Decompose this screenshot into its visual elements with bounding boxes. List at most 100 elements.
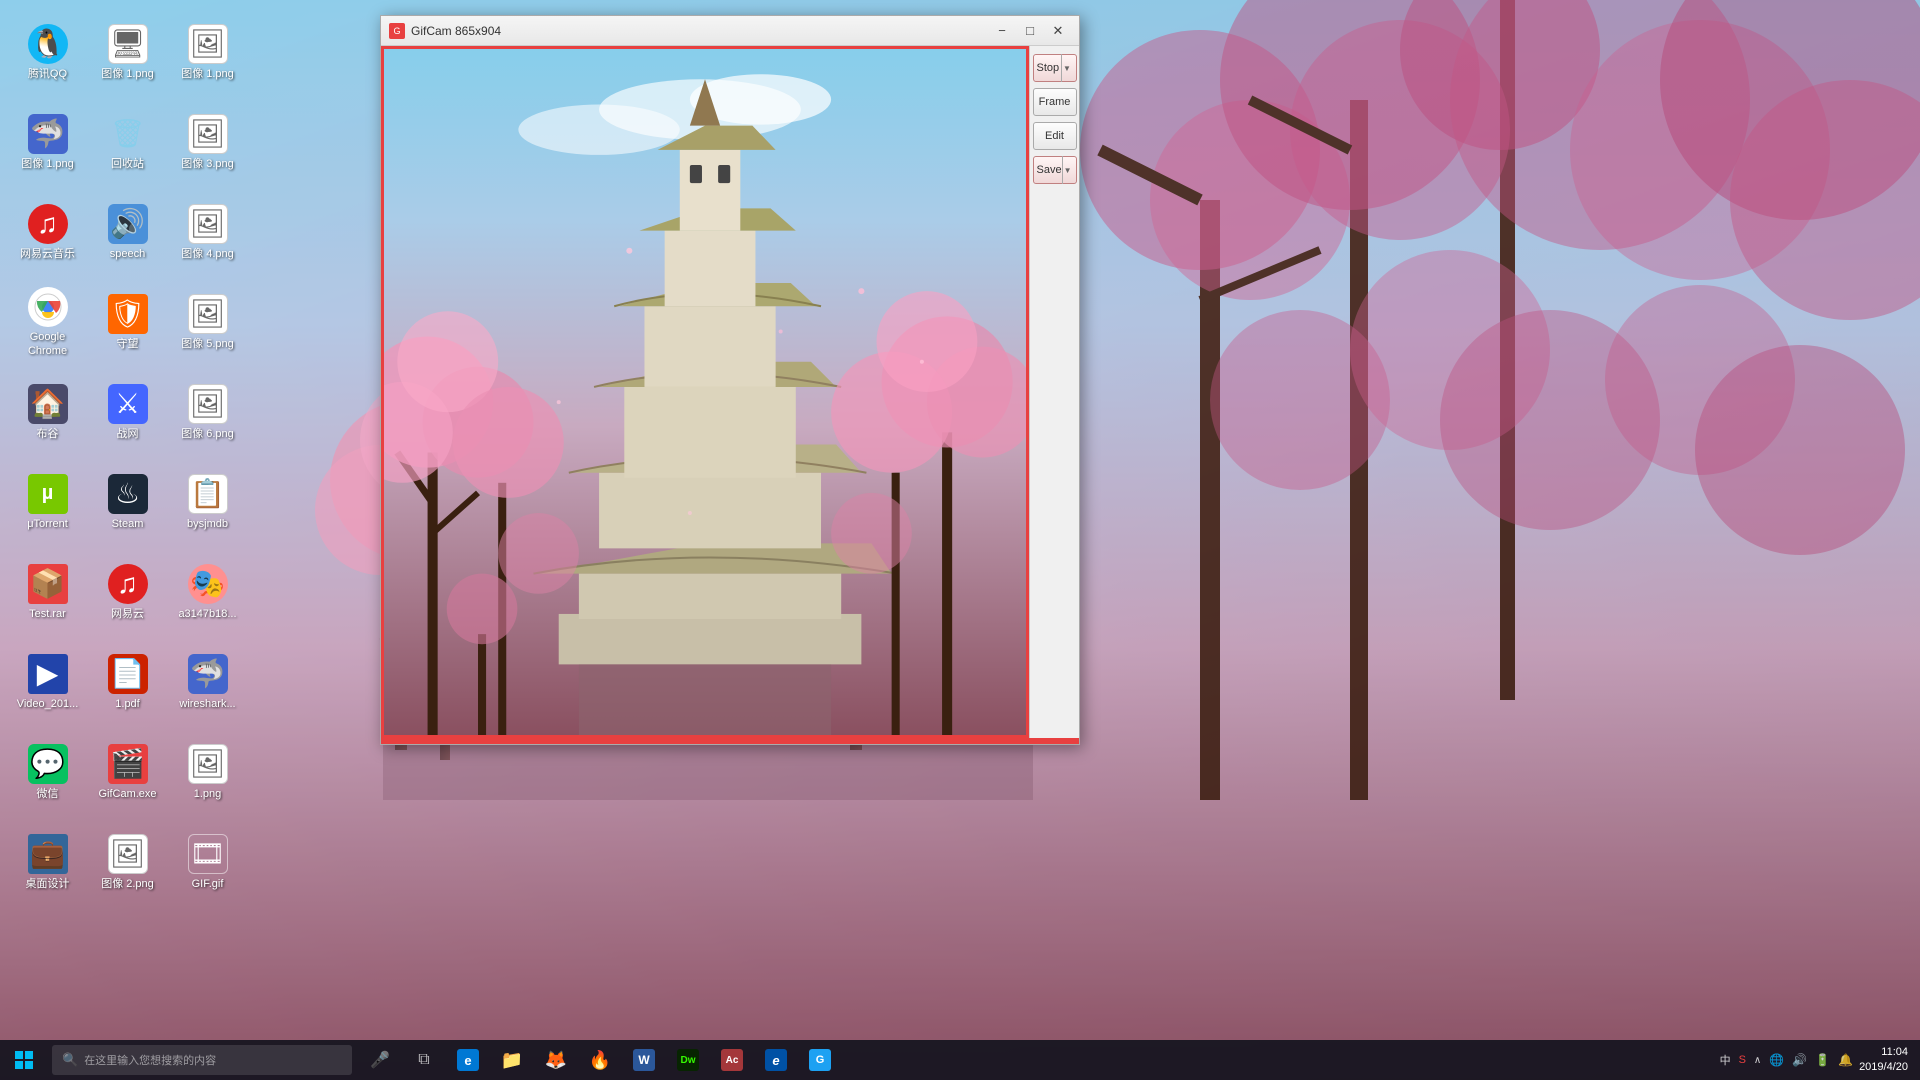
qq-label: 腾讯QQ	[28, 68, 67, 81]
desktop-icon-image2[interactable]: 🖼 图像 2.png	[90, 820, 165, 905]
desktop-icon-chrome[interactable]: Google Chrome	[10, 280, 85, 365]
desktop-icon-img1[interactable]: 🖼 1.png	[170, 730, 245, 815]
gyazo-icon: G	[809, 1049, 831, 1071]
gifcam-capture-area	[381, 46, 1029, 738]
battery-icon[interactable]: 🔋	[1815, 1053, 1830, 1067]
desktop-icon-gifcam[interactable]: 🎬 GifCam.exe	[90, 730, 165, 815]
img1-icon: 🖼	[188, 744, 228, 784]
img1-label: 1.png	[194, 788, 222, 801]
desktop-icon-wechat[interactable]: 💬 微信	[10, 730, 85, 815]
taskbar-word[interactable]: W	[624, 1040, 664, 1080]
desktop-icon-anime[interactable]: 🎭 a3147b18...	[170, 550, 245, 635]
desktop-icon-image1[interactable]: 🖼 图像 1.png	[170, 10, 245, 95]
desktop-icon-anjian[interactable]: 💼 桌面设计	[10, 820, 85, 905]
taskbar-gyazo[interactable]: G	[800, 1040, 840, 1080]
desktop-icon-netease[interactable]: ♫ 网易云音乐	[10, 190, 85, 275]
stop-label: Stop	[1037, 62, 1060, 74]
chevron-up-icon[interactable]: ∧	[1754, 1055, 1761, 1066]
bugu-label: 布谷	[37, 428, 59, 441]
taskbar-edge[interactable]: e	[448, 1040, 488, 1080]
close-button[interactable]: ✕	[1045, 21, 1071, 41]
bysjmdb-label: bysjmdb	[187, 518, 228, 531]
desktop-icon-netease2[interactable]: ♫ 网易云	[90, 550, 165, 635]
desktop-icon-speech[interactable]: 🔊 speech	[90, 190, 165, 275]
network-icon[interactable]: 🌐	[1769, 1053, 1784, 1067]
action-center-icon[interactable]: 🔔	[1838, 1053, 1853, 1067]
taskbar-access[interactable]: Ac	[712, 1040, 752, 1080]
save-dropdown[interactable]: ▼	[1062, 156, 1073, 184]
ie-icon: e	[765, 1049, 787, 1071]
desktop-icon-image4[interactable]: 🖼 图像 4.png	[170, 190, 245, 275]
desktop-icon-battlenet[interactable]: ⚔ 战网	[90, 370, 165, 455]
taskbar-explorer[interactable]: 📁	[492, 1040, 532, 1080]
desktop-icon-qq[interactable]: 🐧 腾讯QQ	[10, 10, 85, 95]
giffile-icon: 🎞	[188, 834, 228, 874]
stop-dropdown[interactable]: ▼	[1061, 54, 1073, 82]
gifcam-title-text: GifCam 865x904	[411, 24, 989, 38]
gifcam-titlebar-buttons: − □ ✕	[989, 21, 1071, 41]
clock-date: 2019/4/20	[1859, 1060, 1908, 1075]
desktop-icon-image3[interactable]: 🖼 图像 3.png	[170, 100, 245, 185]
image4-icon: 🖼	[188, 204, 228, 244]
netease2-icon: ♫	[108, 564, 148, 604]
anjian-icon: 💼	[28, 834, 68, 874]
image6-icon: 🖼	[188, 384, 228, 424]
desktop-icon-pdf1[interactable]: 📄 1.pdf	[90, 640, 165, 725]
desktop-icon-utorrent[interactable]: µ μTorrent	[10, 460, 85, 545]
image2-icon: 🖼	[108, 834, 148, 874]
bysjmdb-icon: 📋	[188, 474, 228, 514]
speech-label: speech	[110, 248, 145, 261]
start-button[interactable]	[0, 1040, 48, 1080]
anjian-label: 桌面设计	[26, 878, 70, 891]
testrar-icon: 📦	[28, 564, 68, 604]
taskbar-firefox[interactable]: 🦊	[536, 1040, 576, 1080]
frame-button[interactable]: Frame	[1033, 88, 1077, 116]
windows-logo-icon	[15, 1051, 33, 1069]
desktop-icon-laptop[interactable]: 🖥 图像 1.png	[90, 10, 165, 95]
clock-time: 11:04	[1859, 1045, 1908, 1060]
ime2-icon[interactable]: S	[1739, 1054, 1746, 1066]
recycle-icon: 🗑	[108, 114, 148, 154]
desktop-icon-video[interactable]: ▶ Video_201...	[10, 640, 85, 725]
laptop-label: 图像 1.png	[101, 68, 154, 81]
desktop-icon-image5[interactable]: 🖼 图像 5.png	[170, 280, 245, 365]
image3-label: 图像 3.png	[181, 158, 234, 171]
gifcam-label: GifCam.exe	[98, 788, 156, 801]
ime-icon[interactable]: 中	[1720, 1052, 1731, 1068]
desktop-icon-image6[interactable]: 🖼 图像 6.png	[170, 370, 245, 455]
minimize-button[interactable]: −	[989, 21, 1015, 41]
desktop-icon-giffile[interactable]: 🎞 GIF.gif	[170, 820, 245, 905]
save-label: Save	[1037, 164, 1062, 176]
desktop-icon-testrar[interactable]: 📦 Test.rar	[10, 550, 85, 635]
battlenet-label: 战网	[117, 428, 139, 441]
taskbar-search-bar[interactable]: 🔍 在这里输入您想搜索的内容	[52, 1045, 352, 1075]
desktop-icon-bugu[interactable]: 🏠 布谷	[10, 370, 85, 455]
recycle-label: 回收站	[111, 158, 144, 171]
edit-button[interactable]: Edit	[1033, 122, 1077, 150]
desktop-icon-ws2[interactable]: 🦈 wireshark...	[170, 640, 245, 725]
taskbar: 🔍 在这里输入您想搜索的内容 🎤 ⧉ e 📁 🦊	[0, 1040, 1920, 1080]
volume-icon[interactable]: 🔊	[1792, 1053, 1807, 1067]
restore-button[interactable]: □	[1017, 21, 1043, 41]
taskbar-system-tray: 中 S ∧ 🌐 🔊 🔋 🔔 11:04 2019/4/20	[1720, 1045, 1920, 1076]
desktop-icon-steam[interactable]: ♨ Steam	[90, 460, 165, 545]
image1-label: 图像 1.png	[181, 68, 234, 81]
desktop-icon-bysjmdb[interactable]: 📋 bysjmdb	[170, 460, 245, 545]
gifcam-titlebar[interactable]: G GifCam 865x904 − □ ✕	[381, 16, 1079, 46]
taskbar-dreamweaver[interactable]: Dw	[668, 1040, 708, 1080]
netease-icon: ♫	[28, 204, 68, 244]
video-label: Video_201...	[17, 698, 79, 711]
desktop-icon-wireshark[interactable]: 🦈 图像 1.png	[10, 100, 85, 185]
system-clock[interactable]: 11:04 2019/4/20	[1859, 1045, 1908, 1076]
taskbar-cortana[interactable]: 🎤	[360, 1040, 400, 1080]
taskbar-taskview[interactable]: ⧉	[404, 1040, 444, 1080]
desktop-icon-recycle[interactable]: 🗑 回收站	[90, 100, 165, 185]
stop-button[interactable]: Stop ▼	[1033, 54, 1077, 82]
sys-tray-icons: 中 S ∧ 🌐 🔊 🔋 🔔	[1720, 1052, 1853, 1068]
save-button[interactable]: Save ▼	[1033, 156, 1077, 184]
shield-icon: 🛡	[108, 294, 148, 334]
taskbar-ie[interactable]: e	[756, 1040, 796, 1080]
pdf1-label: 1.pdf	[115, 698, 139, 711]
desktop-icon-shield[interactable]: 🛡 守望	[90, 280, 165, 365]
taskbar-firefox2[interactable]: 🔥	[580, 1040, 620, 1080]
